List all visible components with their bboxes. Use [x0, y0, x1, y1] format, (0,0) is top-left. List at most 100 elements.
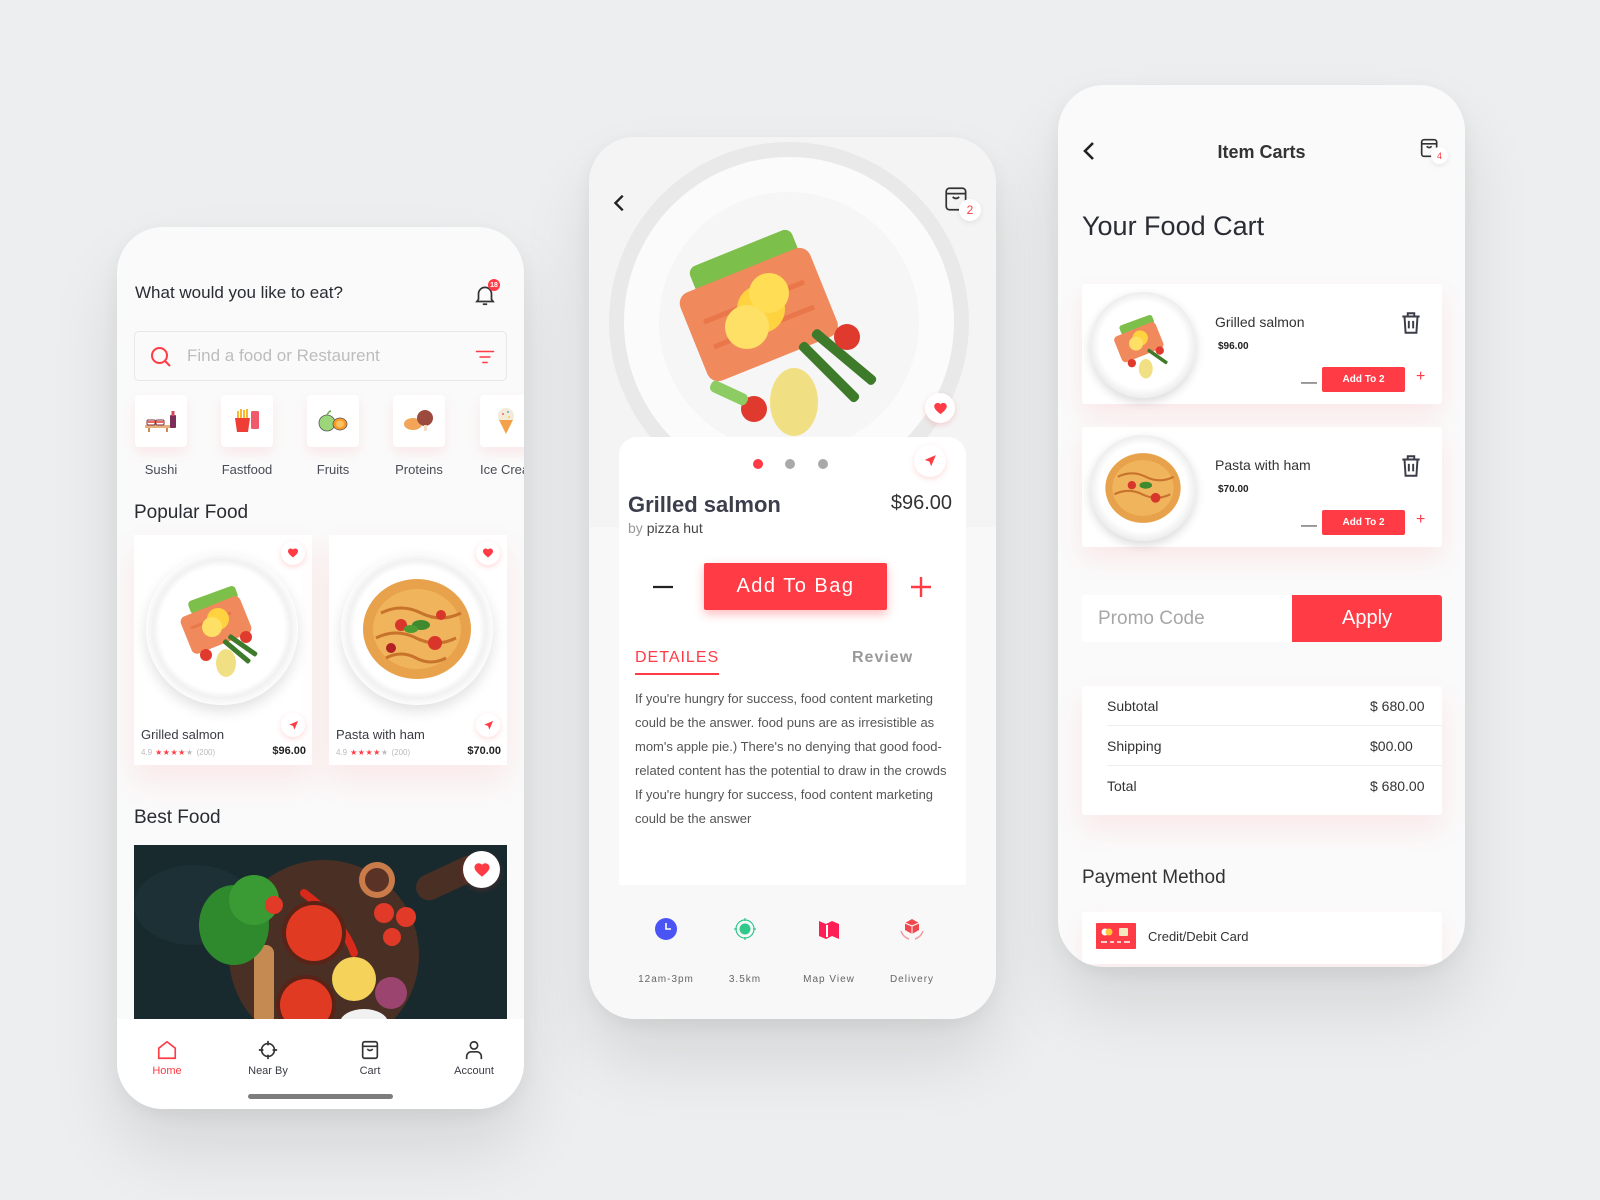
increase-quantity-button[interactable]: +: [1416, 368, 1425, 386]
header-title: Item Carts: [1217, 142, 1306, 162]
trash-icon: [1402, 455, 1420, 477]
cart-item-price: $96.00: [1218, 341, 1249, 352]
cart-button[interactable]: 2: [944, 185, 982, 223]
info-time: 12am-3pm: [626, 917, 706, 985]
review-count: (200): [196, 748, 216, 757]
favorite-button[interactable]: [281, 541, 305, 565]
navigation-arrow-icon: [483, 720, 493, 730]
heart-icon: [474, 862, 489, 877]
stars-filled: ★★★★: [350, 748, 381, 757]
navigate-button[interactable]: [476, 713, 500, 737]
apply-promo-button[interactable]: Apply: [1292, 595, 1442, 642]
clock-icon: [655, 918, 677, 940]
bottom-tab-bar: Home Near By Cart Account: [117, 1019, 524, 1109]
trash-icon: [1402, 312, 1420, 334]
cart-item-name: Grilled salmon: [1215, 314, 1305, 330]
increase-quantity-button[interactable]: [909, 575, 933, 599]
promo-code-input[interactable]: [1082, 595, 1292, 642]
add-to-cart-button[interactable]: Add To 2: [1322, 510, 1405, 535]
food-card[interactable]: Grilled salmon 4.9 ★★★★★ (200) $96.00: [134, 535, 312, 765]
ice-cream-icon: [498, 408, 514, 434]
filter-icon[interactable]: [474, 346, 496, 368]
chevron-left-icon: [613, 194, 624, 212]
fries-icon: [235, 409, 259, 432]
rating-value: 4.9: [141, 748, 153, 757]
tab-account[interactable]: Account: [439, 1039, 509, 1077]
shopping-bag-icon: [361, 1040, 379, 1060]
info-distance: 3.5km: [705, 917, 785, 985]
tab-near-by[interactable]: Near By: [233, 1039, 303, 1077]
tab-label: Account: [454, 1065, 494, 1077]
category-fastfood[interactable]: Fastfood: [220, 395, 274, 477]
category-label: Ice Cream: [480, 462, 524, 477]
info-map-view[interactable]: Map View: [789, 917, 869, 985]
minus-icon: [653, 585, 673, 589]
decrease-quantity-button[interactable]: —: [1301, 517, 1317, 535]
navigate-button[interactable]: [914, 445, 946, 477]
tab-details[interactable]: DETAILES: [635, 649, 720, 675]
review-count: (200): [391, 748, 411, 757]
payment-option-card[interactable]: Credit/Debit Card: [1082, 912, 1442, 964]
search-input[interactable]: [187, 332, 457, 380]
delete-item-button[interactable]: [1398, 310, 1424, 336]
category-label: Fastfood: [221, 462, 273, 477]
delete-item-button[interactable]: [1398, 453, 1424, 479]
summary-row-subtotal: Subtotal $ 680.00: [1107, 686, 1442, 726]
best-food-image[interactable]: [134, 845, 507, 1035]
food-card[interactable]: Pasta with ham 4.9 ★★★★★ (200) $70.00: [329, 535, 507, 765]
popular-food-title: Popular Food: [134, 502, 249, 523]
summary-row-total: Total $ 680.00: [1107, 766, 1442, 806]
crosshair-icon: [258, 1040, 278, 1060]
add-to-cart-button[interactable]: Add To 2: [1322, 367, 1405, 392]
best-food-title: Best Food: [134, 807, 221, 828]
category-fruits[interactable]: Fruits: [306, 395, 360, 477]
greeting-text: What would you like to eat?: [135, 283, 343, 302]
home-icon: [157, 1040, 177, 1060]
map-icon: [819, 921, 839, 939]
decrease-quantity-button[interactable]: —: [1301, 374, 1317, 392]
cart-item: Grilled salmon $96.00 — Add To 2 +: [1082, 284, 1442, 404]
navigation-arrow-icon: [924, 455, 936, 467]
decrease-quantity-button[interactable]: [651, 575, 675, 599]
cart-item-name: Pasta with ham: [1215, 457, 1311, 473]
tab-home[interactable]: Home: [132, 1039, 202, 1077]
summary-value: $00.00: [1370, 738, 1413, 754]
category-proteins[interactable]: Proteins: [392, 395, 446, 477]
favorite-button[interactable]: [463, 851, 500, 888]
credit-card-icon: [1096, 923, 1136, 949]
detail-card: Grilled salmon $96.00 by pizza hut Add T…: [619, 437, 966, 885]
cart-item-image-salmon: [1090, 292, 1196, 398]
food-price: $96.00: [272, 745, 306, 757]
favorite-button[interactable]: [476, 541, 500, 565]
heart-icon: [288, 548, 298, 558]
category-ice-cream[interactable]: Ice Cream: [480, 395, 524, 477]
navigate-button[interactable]: [281, 713, 305, 737]
stars-filled: ★★★★: [155, 748, 186, 757]
search-bar: [134, 331, 507, 381]
favorite-button[interactable]: [925, 393, 955, 423]
increase-quantity-button[interactable]: +: [1416, 511, 1425, 529]
food-title: Grilled salmon: [628, 492, 781, 517]
tab-cart[interactable]: Cart: [335, 1039, 405, 1077]
carousel-dot-active[interactable]: [753, 459, 763, 469]
add-to-bag-button[interactable]: Add To Bag: [704, 563, 887, 610]
category-sushi[interactable]: Sushi: [134, 395, 188, 477]
info-label: Map View: [803, 974, 855, 985]
tab-review[interactable]: Review: [852, 649, 913, 667]
rating-value: 4.9: [336, 748, 348, 757]
restaurant-line: by pizza hut: [628, 520, 703, 536]
summary-value: $ 680.00: [1370, 778, 1425, 794]
carousel-dot[interactable]: [818, 459, 828, 469]
home-indicator[interactable]: [248, 1094, 393, 1099]
cart-screen: Item Carts 4 Your Food Cart Grilled salm…: [1058, 85, 1465, 967]
info-label: 12am-3pm: [638, 974, 694, 985]
cart-button[interactable]: 4: [1420, 137, 1454, 171]
heart-icon: [933, 402, 947, 414]
payment-option-label: Credit/Debit Card: [1148, 929, 1249, 944]
notification-button[interactable]: 18: [472, 279, 500, 308]
food-description: If you're hungry for success, food conte…: [635, 691, 947, 826]
back-button[interactable]: [609, 192, 631, 214]
star-empty: ★: [185, 748, 194, 757]
carousel-dot[interactable]: [785, 459, 795, 469]
cart-item-price: $70.00: [1218, 484, 1249, 495]
